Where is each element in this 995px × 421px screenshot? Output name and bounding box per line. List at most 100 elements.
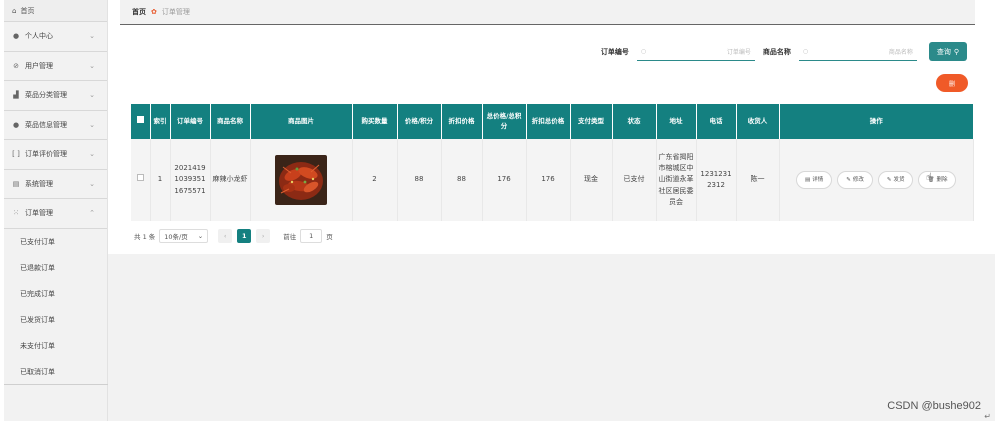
prev-page-button[interactable]: ‹ xyxy=(218,229,233,243)
crayfish-image xyxy=(275,155,327,205)
orders-table: 索引 订单编号 商品名称 商品图片 购买数量 价格/积分 折扣价格 总价格/总积… xyxy=(131,104,974,221)
chevron-down-icon: ⌄ xyxy=(89,150,95,159)
detail-button-label: 详情 xyxy=(812,176,824,183)
main-panel: 订单编号 ○ 订单编号 商品名称 ○ 商品名称 查询 ⚲ 删 索引 订单编号 商… xyxy=(120,26,975,254)
content-background xyxy=(108,254,995,421)
bracket-icon: [ ] xyxy=(12,150,20,159)
next-page-button[interactable]: › xyxy=(256,229,271,243)
sidebar-item-order-manage[interactable]: ⁙ 订单管理 ⌃ xyxy=(4,199,107,229)
cell-index: 1 xyxy=(150,139,171,221)
return-icon: ↵ xyxy=(984,412,991,421)
table-row: 1 2021419 1039351 1675571 麻辣小龙虾 2 88 88 … xyxy=(131,139,974,221)
cell-address: 广东省揭阳市榕城区中山街道永革社区居民委员会 xyxy=(656,139,697,221)
document-icon: ▤ xyxy=(805,176,811,183)
person-icon: ● xyxy=(12,32,20,41)
goto-label: 前往 xyxy=(283,233,297,241)
sidebar: ⌂ 首页 ● 个人中心 ⌄ ⊘ 用户管理 ⌄ ▟ 菜品分类管理 ⌄ ● 菜品信息… xyxy=(4,0,108,421)
edit-button[interactable]: ✎ 修改 xyxy=(837,171,873,189)
cell-phone: 1231231 2312 xyxy=(696,139,737,221)
apps-icon: ⁙ xyxy=(13,209,19,218)
col-pay-type: 支付类型 xyxy=(570,104,613,139)
breadcrumb-home[interactable]: 首页 xyxy=(132,7,146,17)
chevron-down-icon: ⌄ xyxy=(89,61,95,70)
chevron-down-icon: ⌄ xyxy=(197,232,204,240)
page-number-current[interactable]: 1 xyxy=(237,229,252,243)
dish-name-placeholder: 商品名称 xyxy=(888,48,913,56)
search-icon: ○ xyxy=(640,47,647,55)
delete-button[interactable]: 🗑 删除 xyxy=(918,171,957,189)
submenu-refunded-orders[interactable]: 已退款订单 xyxy=(4,255,107,281)
order-no-input[interactable]: ○ 订单编号 xyxy=(636,43,755,61)
sidebar-item-system[interactable]: ▤ 系统管理 ⌄ xyxy=(4,170,107,199)
cell-dish-name: 麻辣小龙虾 xyxy=(210,139,251,221)
person-icon: ● xyxy=(12,120,20,129)
row-select-cell[interactable] xyxy=(131,139,151,221)
query-button-label: 查询 xyxy=(936,47,951,56)
sidebar-item-dish-info[interactable]: ● 菜品信息管理 ⌄ xyxy=(4,111,107,140)
grid-icon: ▤ xyxy=(12,179,20,188)
query-button[interactable]: 查询 ⚲ xyxy=(928,42,967,61)
submenu-unpaid-orders[interactable]: 未支付订单 xyxy=(4,333,107,359)
cell-actions: ▤ 详情 ✎ 修改 ✎ 发货 🗑 删除 xyxy=(779,139,974,221)
cell-pay-type: 现金 xyxy=(570,139,613,221)
col-actions: 操作 xyxy=(779,104,974,139)
dish-name-input[interactable]: ○ 商品名称 xyxy=(798,43,917,61)
cell-price: 88 xyxy=(397,139,442,221)
sidebar-item-label: 系统管理 xyxy=(25,179,53,188)
chevron-right-icon: › xyxy=(261,232,265,240)
submenu-completed-orders[interactable]: 已完成订单 xyxy=(4,281,107,307)
ship-button[interactable]: ✎ 发货 xyxy=(877,171,914,189)
sidebar-item-dish-category[interactable]: ▟ 菜品分类管理 ⌄ xyxy=(4,81,107,111)
select-all-cell[interactable] xyxy=(131,104,151,139)
sidebar-home-label: 首页 xyxy=(20,6,35,15)
submenu-paid-orders[interactable]: 已支付订单 xyxy=(4,229,107,255)
pencil-icon: ✎ xyxy=(846,176,851,183)
app-window: ⌂ 首页 ● 个人中心 ⌄ ⊘ 用户管理 ⌄ ▟ 菜品分类管理 ⌄ ● 菜品信息… xyxy=(0,0,995,421)
pagination-total: 共 1 条 xyxy=(134,233,156,241)
order-no-label: 订单编号 xyxy=(600,47,629,56)
sidebar-item-label: 订单管理 xyxy=(25,209,53,218)
row-checkbox[interactable] xyxy=(136,174,144,182)
col-status: 状态 xyxy=(612,104,657,139)
chart-icon: ▟ xyxy=(13,91,19,100)
pencil-icon: ✎ xyxy=(886,176,892,183)
col-quantity: 购买数量 xyxy=(352,104,398,139)
sidebar-item-label: 菜品分类管理 xyxy=(25,91,67,100)
page-size-select[interactable]: 10条/页 ⌄ xyxy=(159,229,209,243)
table-header-row: 索引 订单编号 商品名称 商品图片 购买数量 价格/积分 折扣价格 总价格/总积… xyxy=(131,104,974,139)
submenu-shipped-orders[interactable]: 已发货订单 xyxy=(4,307,107,333)
search-icon: ⚲ xyxy=(953,47,959,56)
home-icon: ⌂ xyxy=(12,6,17,15)
batch-delete-button[interactable]: 删 xyxy=(936,74,968,92)
hand-cursor-icon: ☝ xyxy=(926,172,933,183)
sidebar-item-user-manage[interactable]: ⊘ 用户管理 ⌄ xyxy=(4,52,107,81)
chevron-left-icon: ‹ xyxy=(223,232,227,240)
col-discount-price: 折扣价格 xyxy=(441,104,483,139)
chevron-down-icon: ⌄ xyxy=(89,120,95,129)
col-receiver: 收货人 xyxy=(736,104,780,139)
cell-status: 已支付 xyxy=(612,139,657,221)
search-icon: ○ xyxy=(802,47,809,55)
goto-page-input[interactable]: 1 xyxy=(300,229,323,243)
sidebar-item-personal-center[interactable]: ● 个人中心 ⌄ xyxy=(4,22,107,52)
select-all-checkbox[interactable] xyxy=(136,116,144,124)
ship-button-label: 发货 xyxy=(893,176,905,183)
col-index: 索引 xyxy=(150,104,171,139)
page-size-value: 10条/页 xyxy=(164,233,188,241)
col-dish-name: 商品名称 xyxy=(210,104,251,139)
col-dish-image: 商品图片 xyxy=(250,104,353,139)
sidebar-item-label: 个人中心 xyxy=(25,32,53,41)
chevron-up-icon: ⌃ xyxy=(89,209,95,218)
chevron-down-icon: ⌄ xyxy=(89,179,95,188)
delete-button-label: 删除 xyxy=(936,176,948,183)
breadcrumb-separator-icon: ✿ xyxy=(151,8,157,16)
sidebar-item-label: 菜品信息管理 xyxy=(25,120,67,129)
detail-button[interactable]: ▤ 详情 xyxy=(796,171,833,189)
col-phone: 电话 xyxy=(696,104,737,139)
col-order-no: 订单编号 xyxy=(170,104,211,139)
sidebar-divider xyxy=(4,384,108,385)
col-address: 地址 xyxy=(656,104,697,139)
submenu-cancelled-orders[interactable]: 已取消订单 xyxy=(4,359,107,385)
sidebar-item-home[interactable]: ⌂ 首页 xyxy=(4,0,107,22)
sidebar-item-order-review[interactable]: [ ] 订单评价管理 ⌄ xyxy=(4,140,107,170)
